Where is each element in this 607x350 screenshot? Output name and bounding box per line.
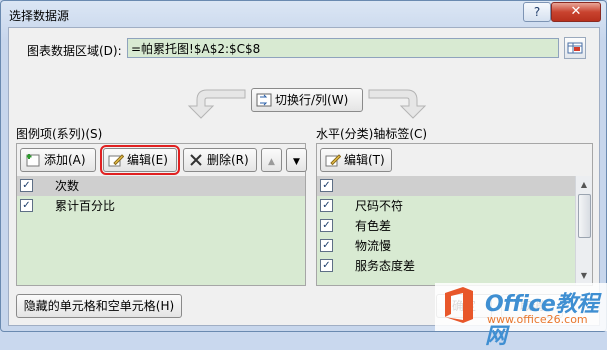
axis-checkbox[interactable]: ✓: [320, 179, 333, 192]
move-down-button[interactable]: ▼: [286, 148, 307, 172]
arrow-right-icon: [368, 89, 427, 119]
edit-axis-label: 编辑(T): [344, 153, 385, 167]
arrow-left-icon: [187, 89, 246, 119]
office-logo-icon: [445, 287, 473, 323]
scroll-thumb[interactable]: [578, 194, 591, 238]
series-list: ✓ 次数 ✓ 累计百分比: [17, 176, 305, 285]
edit-label: 编辑(E): [127, 153, 168, 167]
hidden-empty-cells-button[interactable]: 隐藏的单元格和空单元格(H): [16, 294, 182, 318]
chart-range-input[interactable]: =帕累托图!$A$2:$C$8: [127, 38, 559, 58]
switch-label: 切换行/列(W): [275, 93, 349, 107]
remove-label: 删除(R): [207, 153, 249, 167]
title-bar: 选择数据源 ? ✕: [1, 1, 606, 27]
range-select-icon: [567, 42, 583, 54]
list-item[interactable]: ✓ 物流慢: [317, 236, 592, 256]
axis-checkbox[interactable]: ✓: [320, 199, 333, 212]
axis-labels-panel: 编辑(T) ✓ ✓ 尺码不符 ✓ 有色差 ✓ 物流慢 ✓ 服务态度差 ▲ ▼: [316, 143, 593, 286]
edit-axis-button[interactable]: 编辑(T): [320, 148, 392, 172]
add-series-button[interactable]: 添加(A): [20, 148, 96, 172]
range-collapse-button[interactable]: [564, 37, 586, 59]
delete-icon: [188, 152, 204, 166]
list-item[interactable]: ✓ 有色差: [317, 216, 592, 236]
axis-checkbox[interactable]: ✓: [320, 219, 333, 232]
move-up-button[interactable]: ▲: [261, 148, 282, 172]
switch-row-column-button[interactable]: 切换行/列(W): [251, 88, 363, 112]
select-data-source-dialog: 选择数据源 ? ✕ 图表数据区域(D): =帕累托图!$A$2:$C$8 切换行…: [0, 0, 607, 349]
axis-label-text: 服务态度差: [355, 259, 416, 273]
watermark-url: www.office26.com: [487, 313, 588, 326]
series-checkbox[interactable]: ✓: [20, 179, 33, 192]
edit-icon: [325, 152, 342, 167]
series-toolbar: 添加(A) 编辑(E) 删除(R) ▲ ▼: [17, 144, 307, 177]
series-checkbox[interactable]: ✓: [20, 199, 33, 212]
scroll-down-icon[interactable]: ▼: [577, 269, 591, 283]
chart-range-label: 图表数据区域(D):: [27, 44, 122, 58]
dialog-body: 图表数据区域(D): =帕累托图!$A$2:$C$8 切换行/列(W) 图例项(…: [8, 27, 600, 326]
switch-icon: [256, 92, 272, 107]
add-label: 添加(A): [44, 153, 86, 167]
dialog-title: 选择数据源: [9, 9, 70, 23]
add-icon: [25, 152, 41, 167]
axis-checkbox[interactable]: ✓: [320, 239, 333, 252]
list-item[interactable]: ✓ 次数: [17, 176, 305, 196]
axis-checkbox[interactable]: ✓: [320, 259, 333, 272]
edit-series-button[interactable]: 编辑(E): [100, 145, 180, 175]
series-section-label: 图例项(系列)(S): [16, 127, 103, 141]
close-button[interactable]: ✕: [551, 2, 601, 22]
series-name: 次数: [55, 179, 80, 193]
list-item[interactable]: ✓: [317, 176, 592, 196]
list-item[interactable]: ✓ 尺码不符: [317, 196, 592, 216]
axis-label-text: 物流慢: [355, 239, 392, 253]
scroll-up-icon[interactable]: ▲: [577, 178, 591, 192]
axis-toolbar: 编辑(T): [317, 144, 592, 177]
axis-label-text: 尺码不符: [355, 199, 404, 213]
help-button[interactable]: ?: [523, 2, 551, 22]
axis-label-text: 有色差: [355, 219, 392, 233]
watermark: Office教程网 www.office26.com: [435, 283, 607, 349]
series-name: 累计百分比: [55, 199, 116, 213]
axis-labels-list: ✓ ✓ 尺码不符 ✓ 有色差 ✓ 物流慢 ✓ 服务态度差 ▲ ▼: [317, 176, 592, 285]
list-item[interactable]: ✓ 累计百分比: [17, 196, 305, 216]
move-up-icon: ▲: [268, 157, 275, 167]
move-down-icon: ▼: [293, 157, 300, 167]
list-item[interactable]: ✓ 服务态度差: [317, 256, 592, 276]
series-panel: 添加(A) 编辑(E) 删除(R) ▲ ▼ ✓ 次数 ✓ 累计百分比: [16, 143, 307, 286]
axis-section-label: 水平(分类)轴标签(C): [316, 127, 428, 141]
edit-icon: [108, 152, 125, 167]
remove-series-button[interactable]: 删除(R): [183, 148, 257, 172]
axis-list-scrollbar[interactable]: ▲ ▼: [575, 176, 592, 285]
